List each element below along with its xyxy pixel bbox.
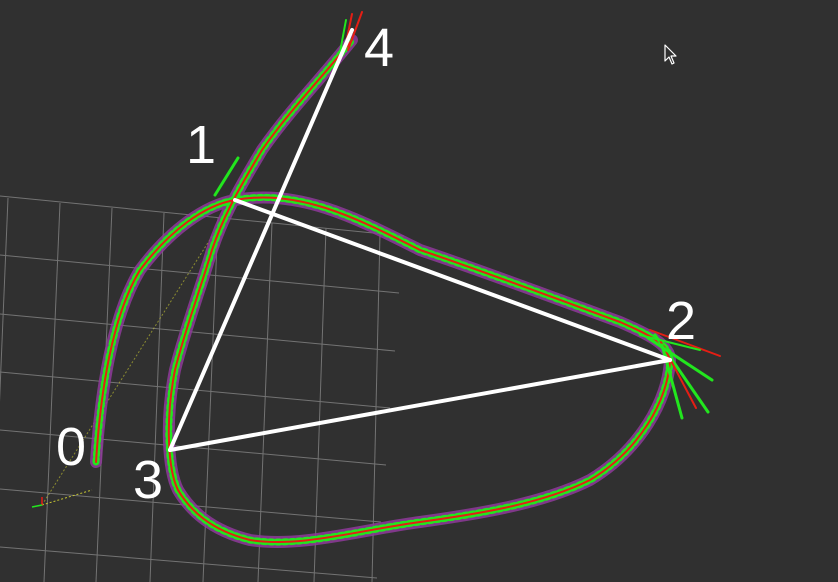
3d-viewport[interactable]: 0 1 2 3 4	[0, 0, 838, 582]
edge-2-3	[168, 358, 672, 452]
mouse-pointer-icon	[664, 44, 677, 65]
pose-arrow-cluster	[213, 11, 721, 420]
node-label-2: 2	[666, 291, 697, 351]
edge-3-4	[168, 28, 354, 452]
scene-canvas[interactable]	[0, 0, 838, 582]
node-label-1: 1	[186, 115, 217, 175]
node-label-3: 3	[133, 450, 164, 510]
node-label-4: 4	[364, 18, 395, 78]
edge-1-2	[233, 198, 672, 362]
pose-graph-edges	[168, 28, 672, 452]
node-label-0: 0	[56, 417, 87, 477]
